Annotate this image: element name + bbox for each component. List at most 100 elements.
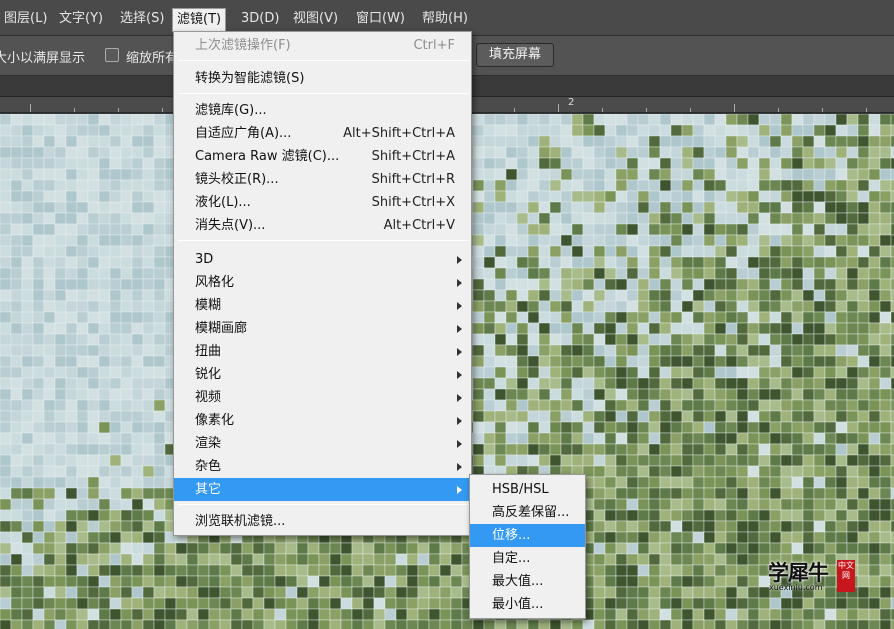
menu-item-blur-gallery[interactable]: 模糊画廊 (174, 317, 471, 340)
fit-screen-label[interactable]: 大小以满屏显示 (0, 47, 85, 66)
submenu-item-maximum[interactable]: 最大值... (470, 570, 585, 593)
chevron-right-icon (457, 348, 462, 356)
menu-item-blur[interactable]: 模糊 (174, 294, 471, 317)
menu-item-3d[interactable]: 3D (174, 248, 471, 271)
menu-item-adaptive-wide-angle[interactable]: 自适应广角(A)... Alt+Shift+Ctrl+A (174, 122, 471, 145)
menu-item-label: 消失点(V)... (195, 218, 266, 233)
menu-item-label: 滤镜库(G)... (195, 103, 267, 118)
menu-item-smart-filter[interactable]: 转换为智能滤镜(S) (174, 67, 471, 90)
menu-view[interactable]: 视图(V) (289, 8, 342, 30)
menu-item-label: 位移... (492, 528, 531, 543)
submenu-item-minimum[interactable]: 最小值... (470, 593, 585, 616)
chevron-right-icon (457, 463, 462, 471)
chevron-right-icon (457, 325, 462, 333)
other-submenu: HSB/HSL 高反差保留... 位移... 自定... 最大值... 最小值.… (469, 474, 586, 619)
ruler-tick (778, 108, 779, 112)
menu-item-label: Camera Raw 滤镜(C)... (195, 149, 340, 164)
menu-item-label: 其它 (195, 482, 222, 497)
ruler-tick (690, 108, 691, 112)
ruler-tick (558, 104, 559, 112)
menu-item-video[interactable]: 视频 (174, 386, 471, 409)
menu-item-vanishing-point[interactable]: 消失点(V)... Alt+Ctrl+V (174, 214, 471, 237)
chevron-right-icon (457, 440, 462, 448)
menu-layer[interactable]: 图层(L) (0, 8, 51, 30)
menu-item-label: 锐化 (195, 367, 222, 382)
watermark-logo: 学犀牛 xuexiniu.com 中文网 (766, 557, 858, 595)
menu-item-label: 模糊 (195, 298, 222, 313)
submenu-item-offset[interactable]: 位移... (470, 524, 585, 547)
menu-item-label: 3D (195, 252, 214, 267)
ruler-label: 2 (568, 97, 575, 108)
menu-item-label: 扭曲 (195, 344, 222, 359)
zoom-all-checkbox[interactable] (105, 48, 119, 62)
menu-3d[interactable]: 3D(D) (237, 8, 283, 30)
chevron-right-icon (457, 256, 462, 264)
menu-item-distort[interactable]: 扭曲 (174, 340, 471, 363)
menu-item-noise[interactable]: 杂色 (174, 455, 471, 478)
chevron-right-icon (457, 394, 462, 402)
menu-item-label: 最小值... (492, 597, 544, 612)
watermark-seal: 中文网 (837, 560, 855, 592)
ruler-tick (822, 108, 823, 112)
ruler-tick (30, 104, 31, 112)
menu-separator (178, 93, 469, 94)
menu-item-label: 像素化 (195, 413, 235, 428)
menu-item-shortcut: Shift+Ctrl+X (371, 195, 455, 210)
menu-item-sharpen[interactable]: 锐化 (174, 363, 471, 386)
menu-item-stylize[interactable]: 风格化 (174, 271, 471, 294)
menu-item-shortcut: Ctrl+F (413, 38, 455, 53)
zoom-all-label[interactable]: 缩放所有 (126, 47, 178, 66)
ruler-tick (514, 108, 515, 112)
menu-item-label: 转换为智能滤镜(S) (195, 71, 305, 86)
ruler-tick (734, 104, 735, 112)
menu-item-label: 渲染 (195, 436, 222, 451)
menu-item-last-filter[interactable]: 上次滤镜操作(F) Ctrl+F (174, 34, 471, 57)
submenu-item-custom[interactable]: 自定... (470, 547, 585, 570)
menu-item-pixelate[interactable]: 像素化 (174, 409, 471, 432)
menu-item-shortcut: Shift+Ctrl+R (371, 172, 456, 187)
menu-item-camera-raw[interactable]: Camera Raw 滤镜(C)... Shift+Ctrl+A (174, 145, 471, 168)
ruler-tick (74, 108, 75, 112)
watermark-url: xuexiniu.com (769, 583, 823, 592)
menu-item-label: 浏览联机滤镜... (195, 514, 286, 529)
chevron-right-icon (457, 417, 462, 425)
ruler-tick (866, 108, 867, 112)
menu-item-filter-gallery[interactable]: 滤镜库(G)... (174, 99, 471, 122)
menu-item-shortcut: Shift+Ctrl+A (371, 149, 455, 164)
menu-item-shortcut: Alt+Ctrl+V (383, 218, 455, 233)
menu-window[interactable]: 窗口(W) (352, 8, 409, 30)
menu-item-shortcut: Alt+Shift+Ctrl+A (343, 126, 455, 141)
menu-item-render[interactable]: 渲染 (174, 432, 471, 455)
menu-item-lens-correction[interactable]: 镜头校正(R)... Shift+Ctrl+R (174, 168, 471, 191)
menu-item-label: 自定... (492, 551, 531, 566)
chevron-right-icon (457, 371, 462, 379)
chevron-right-icon (457, 486, 462, 494)
menu-select[interactable]: 选择(S) (116, 8, 168, 30)
chevron-right-icon (457, 279, 462, 287)
menu-item-label: 模糊画廊 (195, 321, 248, 336)
submenu-item-high-pass[interactable]: 高反差保留... (470, 501, 585, 524)
menu-item-label: 高反差保留... (492, 505, 570, 520)
menu-item-browse-online[interactable]: 浏览联机滤镜... (174, 510, 471, 533)
menu-filter[interactable]: 滤镜(T) (172, 8, 227, 32)
menu-item-label: 杂色 (195, 459, 222, 474)
menu-separator (178, 504, 469, 505)
menu-item-label: 液化(L)... (195, 195, 251, 210)
menu-item-label: 视频 (195, 390, 222, 405)
ruler-tick (118, 108, 119, 112)
filter-menu: 上次滤镜操作(F) Ctrl+F 转换为智能滤镜(S) 滤镜库(G)... 自适… (173, 31, 472, 536)
fill-screen-button[interactable]: 填充屏幕 (476, 43, 555, 67)
menu-item-label: 最大值... (492, 574, 544, 589)
menu-help[interactable]: 帮助(H) (418, 8, 472, 30)
menu-separator (178, 240, 469, 241)
menu-item-liquify[interactable]: 液化(L)... Shift+Ctrl+X (174, 191, 471, 214)
submenu-item-hsb-hsl[interactable]: HSB/HSL (470, 478, 585, 501)
ruler-tick (646, 108, 647, 112)
menu-type[interactable]: 文字(Y) (55, 8, 107, 30)
chevron-right-icon (457, 302, 462, 310)
menu-item-label: 镜头校正(R)... (195, 172, 279, 187)
menu-item-label: 上次滤镜操作(F) (195, 38, 291, 53)
menu-item-label: HSB/HSL (492, 482, 549, 497)
ruler-tick (162, 108, 163, 112)
menu-item-other[interactable]: 其它 (174, 478, 471, 501)
